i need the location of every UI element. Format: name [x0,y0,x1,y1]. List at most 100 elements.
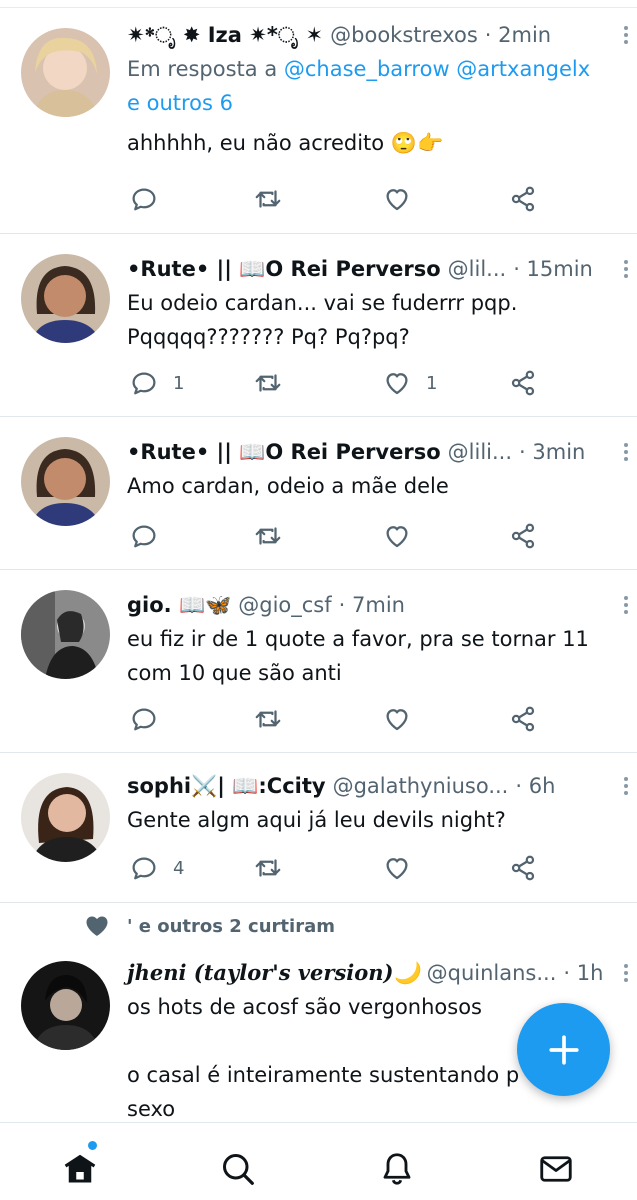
more-icon[interactable] [623,964,629,985]
social-context-text: ' e outros 2 curtiram [127,915,335,937]
avatar[interactable] [21,773,110,862]
share-button[interactable] [508,519,538,553]
more-icon[interactable] [623,260,629,281]
timestamp[interactable]: · 1h [563,961,603,985]
tweet-actions [127,519,547,553]
username[interactable]: @quinlans... [427,961,557,985]
more-icon[interactable] [623,443,629,464]
timeline-feed[interactable]: ✷*ೃ ✸ Iza ✷*ೃ ✶ @bookstrexos · 2min Em r… [0,0,637,1122]
reply-button[interactable]: 4 [129,851,184,885]
tweet-actions [127,702,547,736]
more-icon[interactable] [623,596,629,617]
tweet-header: ✷*ೃ ✸ Iza ✷*ೃ ✶ @bookstrexos · 2min [127,18,628,52]
tweet-actions: 4 [127,851,547,885]
home-icon [64,1154,96,1183]
tweet-header: jheni (taylor's version)🌙 @quinlans... ·… [127,956,628,990]
share-button[interactable] [508,366,538,400]
like-button[interactable] [382,519,426,553]
tweet-text: Eu odeio cardan... vai se fuderrr pqp. P… [127,291,518,349]
reply-others-link[interactable]: e outros 6 [127,91,233,115]
reply-icon [132,525,156,548]
tweet[interactable]: •Rute• || 📖O Rei Perverso @lili... · 3mi… [0,417,637,570]
avatar[interactable] [21,28,110,117]
nav-messages[interactable] [536,1149,576,1189]
nav-search[interactable] [218,1149,258,1189]
tweet[interactable]: ✷*ೃ ✸ Iza ✷*ೃ ✶ @bookstrexos · 2min Em r… [0,8,637,234]
timestamp[interactable]: · 15min [513,257,593,281]
retweet-button[interactable] [253,519,283,553]
tweet-text: eu fiz ir de 1 quote a favor, pra se tor… [127,627,589,685]
retweet-button[interactable] [253,702,283,736]
heart-icon [386,526,408,548]
retweet-icon [255,190,281,208]
timestamp[interactable]: · 7min [339,593,405,617]
share-icon [511,186,535,212]
display-name[interactable]: gio. 📖🦋 [127,593,231,618]
reply-button[interactable] [129,519,173,553]
nav-notifications[interactable] [377,1149,417,1189]
avatar[interactable] [21,437,110,526]
reply-icon [132,372,156,395]
like-button[interactable]: 1 [382,366,437,400]
heart-icon [386,189,408,211]
share-button[interactable] [508,851,538,885]
reply-button[interactable] [129,702,173,736]
mail-icon [540,1156,572,1182]
avatar[interactable] [21,254,110,343]
tweet[interactable]: sophi⚔️| 📖:Ccity @galathyniuso... · 6h G… [0,753,637,903]
tweet[interactable]: •Rute• || 📖O Rei Perverso @lil... · 15mi… [0,234,637,417]
avatar[interactable] [21,590,110,679]
display-name[interactable]: sophi⚔️| 📖:Ccity [127,774,326,799]
timestamp[interactable]: · 2min [485,23,551,47]
avatar[interactable] [21,961,110,1050]
retweet-button[interactable] [253,366,283,400]
tweet[interactable]: gio. 📖🦋 @gio_csf · 7min eu fiz ir de 1 q… [0,570,637,753]
display-name[interactable]: •Rute• || 📖O Rei Perverso [127,257,441,282]
share-button[interactable] [508,702,538,736]
top-divider [0,0,637,8]
username[interactable]: @gio_csf [238,593,331,617]
social-context[interactable]: ' e outros 2 curtiram [85,915,335,937]
reply-button[interactable]: 1 [129,366,184,400]
share-icon [511,855,535,881]
tweet-header: sophi⚔️| 📖:Ccity @galathyniuso... · 6h [127,769,628,803]
tweet-text-line: sexo [127,1097,176,1121]
compose-tweet-button[interactable] [517,1003,610,1096]
reply-users-link[interactable]: @chase_barrow @artxangelx [284,57,590,81]
username[interactable]: @lil... [448,257,507,281]
reply-button[interactable] [129,182,173,216]
username[interactable]: @bookstrexos [330,23,478,47]
retweet-icon [255,374,281,392]
share-icon [511,706,535,732]
username[interactable]: @lili... [448,440,512,464]
share-icon [511,370,535,396]
tweet-header: •Rute• || 📖O Rei Perverso @lili... · 3mi… [127,435,628,469]
display-name[interactable]: •Rute• || 📖O Rei Perverso [127,440,441,465]
heart-filled-icon [86,916,108,936]
like-button[interactable] [382,182,426,216]
timestamp[interactable]: · 6h [515,774,555,798]
more-icon[interactable] [623,26,629,47]
display-name[interactable]: jheni (taylor's version)🌙 [127,960,420,986]
like-button[interactable] [382,702,426,736]
retweet-icon [255,859,281,877]
share-button[interactable] [508,182,538,216]
tweet-actions: 1 1 [127,366,547,400]
reply-count: 4 [173,857,185,879]
tweet-header: •Rute• || 📖O Rei Perverso @lil... · 15mi… [127,252,628,286]
like-count: 1 [426,372,438,394]
search-icon [223,1154,254,1185]
display-name[interactable]: ✷*ೃ ✸ Iza ✷*ೃ ✶ [127,23,323,48]
timestamp[interactable]: · 3min [519,440,585,464]
username[interactable]: @galathyniuso... [333,774,509,798]
tweet-text: ahhhhh, eu não acredito 🙄👉 [127,131,444,155]
retweet-button[interactable] [253,851,283,885]
heart-icon [386,858,408,880]
like-button[interactable] [382,851,426,885]
retweet-button[interactable] [253,182,283,216]
home-badge-dot [88,1141,97,1150]
reply-count: 1 [173,372,185,394]
reply-prefix: Em resposta a [127,57,284,81]
more-icon[interactable] [623,777,629,798]
nav-home[interactable] [60,1149,100,1189]
